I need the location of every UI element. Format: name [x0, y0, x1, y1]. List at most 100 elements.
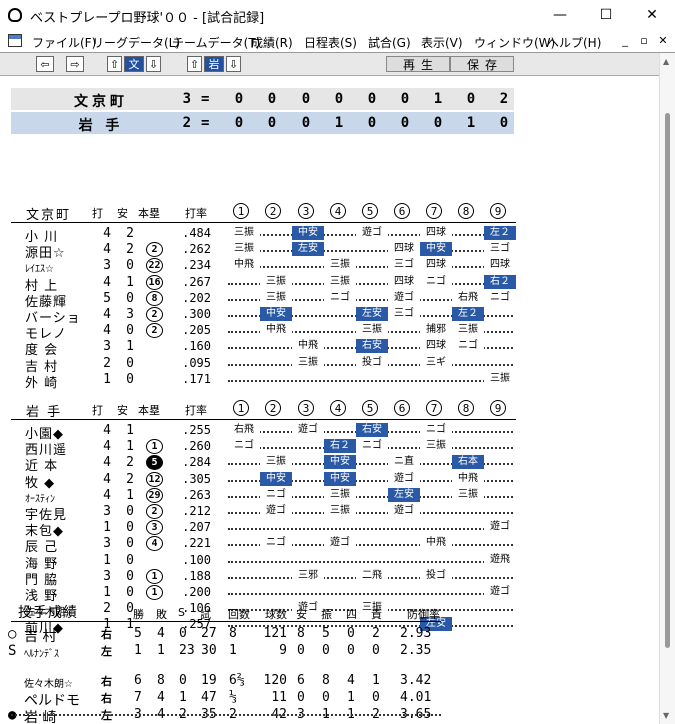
- inning-score: 1: [334, 115, 344, 131]
- scroll-thumb[interactable]: [665, 113, 670, 648]
- hits: 0: [126, 568, 134, 584]
- player-row[interactable]: 宇佐見 3 0 2.212 遊ゴ 三振 遊ゴ: [0, 504, 520, 523]
- player-row[interactable]: 牧 ◆ 4 2 12.305 中安 中安 遊ゴ 中飛: [0, 471, 520, 491]
- home-runs: 2: [146, 504, 163, 519]
- inning-score: 0: [267, 91, 277, 107]
- at-bat-result: 遊ゴ: [292, 423, 324, 437]
- mdi-close-button[interactable]: ✕: [655, 34, 671, 48]
- at-bats: 1: [103, 552, 111, 568]
- down-arrow-icon[interactable]: ⇩: [226, 56, 241, 72]
- pitcher-name: 佐々木朗☆: [24, 679, 73, 690]
- at-bat-result: 三ゴ: [388, 258, 420, 273]
- player-row[interactable]: 佐々木朗☆ 2 0.106 遊ゴ 三振: [0, 601, 520, 618]
- hits: 1: [126, 423, 134, 438]
- menu-game[interactable]: 試合(G): [368, 34, 411, 51]
- pitching-stat: 4: [347, 673, 355, 688]
- menu-stats[interactable]: 成績(R): [251, 34, 293, 51]
- header-ab: 打: [92, 404, 103, 417]
- divider: [11, 419, 516, 420]
- player-row[interactable]: モレノ 4 0 2.205 中飛 三振 捕邪 三振: [0, 323, 520, 342]
- at-bat-result: 四球: [420, 339, 452, 354]
- player-row[interactable]: 門 脇 3 0 1.188 三邪 二飛 投ゴ: [0, 568, 520, 588]
- at-bat-result: 中飛: [452, 471, 484, 486]
- player-row[interactable]: ｵｰｽﾃｨﾝ 4 1 29 .263 ニゴ 三振 左安 三振: [0, 487, 520, 505]
- at-bat-result: ニゴ: [420, 423, 452, 437]
- at-bat-result: 中安: [324, 455, 356, 470]
- pitcher-row[interactable]: 佐々木朗☆ 右 6 8 0 19 6⅔ 120 6 8 4 1 3.42: [0, 673, 520, 690]
- at-bat-result: 投ゴ: [356, 355, 388, 370]
- save-button[interactable]: 保存: [450, 56, 514, 72]
- hits: 0: [126, 536, 134, 552]
- up-arrow-icon[interactable]: ⇧: [187, 56, 202, 72]
- player-row[interactable]: 吉 村 2 0.095 三振 投ゴ 三ギ: [0, 355, 520, 375]
- player-row[interactable]: 西川遥 4 1 1.260 ニゴ 右２ ニゴ 三振: [0, 439, 520, 458]
- player-row[interactable]: 辰 己 3 0 4.221 ニゴ 遊ゴ 中飛: [0, 536, 520, 555]
- at-bat-result: 三振: [260, 274, 292, 289]
- at-bat-result: 中安: [324, 471, 356, 486]
- scroll-down-icon[interactable]: ▼: [663, 711, 669, 720]
- player-row[interactable]: 源田☆ 4 2 2.262 三振 左安 四球 中安 三ゴ: [0, 242, 520, 261]
- vertical-scrollbar[interactable]: ▲ ▼: [659, 53, 675, 724]
- menu-team-data[interactable]: チームデータ(T): [172, 34, 260, 51]
- home-runs: 3: [146, 520, 163, 536]
- player-row[interactable]: 度 会 3 1.160 中飛 右安 四球 ニゴ: [0, 339, 520, 358]
- pitching-stat: 1: [347, 690, 355, 705]
- at-bat-result: 二飛: [356, 568, 388, 583]
- team-name: 岩 手: [26, 405, 63, 420]
- inning-score: 0: [499, 115, 509, 131]
- dotted-leader: [228, 560, 513, 563]
- player-row[interactable]: 村 上 4 1 16.267 三振 三振 四球 ニゴ 右２: [0, 274, 520, 294]
- hits: 1: [126, 274, 134, 290]
- maximize-button[interactable]: ☐: [583, 0, 629, 31]
- player-row[interactable]: 浅 野 1 0 1.200 遊ゴ: [0, 585, 520, 604]
- at-bat-result: 三振: [292, 355, 324, 370]
- at-bat-result: 遊ゴ: [484, 520, 516, 535]
- pitcher-row[interactable]: ○ 吉 村右 5 4 0 27 8 121 8 5 0 2 2.93: [0, 626, 520, 645]
- up-arrow-icon[interactable]: ⇧: [107, 56, 122, 72]
- pitcher-row[interactable]: S ﾍﾙﾅﾝﾃﾞｽ左 1 1 23 30 1 9 0 0 0 0 2.35: [0, 643, 520, 660]
- hits: 0: [126, 520, 134, 536]
- player-row[interactable]: 佐藤輝 5 0 8.202 三振 ニゴ 遊ゴ 右飛 ニゴ: [0, 290, 520, 310]
- menu-help[interactable]: ヘルプ(H): [547, 34, 601, 51]
- at-bat-result: ニゴ: [356, 439, 388, 454]
- mdi-restore-button[interactable]: ▫: [636, 34, 652, 48]
- pitching-stat: 0: [297, 643, 305, 658]
- player-name: ｵｰｽﾃｨﾝ: [25, 493, 55, 505]
- menu-window[interactable]: ウィンドウ(W): [474, 34, 555, 51]
- menu-league-data[interactable]: リーグデータ(L): [92, 34, 180, 51]
- player-row[interactable]: 小園◆ 4 1.255 右飛 遊ゴ 右安 ニゴ: [0, 423, 520, 442]
- mdi-minimize-button[interactable]: _: [617, 34, 633, 48]
- home-runs: 1: [146, 439, 163, 455]
- document-system-icon[interactable]: [8, 34, 22, 47]
- player-row[interactable]: 外 崎 1 0 .171 三振: [0, 371, 520, 391]
- throwing-hand: 右: [101, 675, 112, 688]
- player-row[interactable]: 小 川 4 2.484 三振 中安 遊ゴ 四球 左２: [0, 226, 520, 245]
- scroll-up-icon[interactable]: ▲: [663, 57, 669, 66]
- player-row[interactable]: 末包◆ 1 0 3.207 遊ゴ: [0, 520, 520, 539]
- menu-schedule[interactable]: 日程表(S): [304, 34, 357, 51]
- player-row[interactable]: バーショ 4 3 2.300 中安 左安 三ゴ 左２: [0, 307, 520, 326]
- home-runs: 2: [146, 307, 163, 322]
- header-h: 安: [117, 207, 128, 220]
- minimize-button[interactable]: —: [537, 0, 583, 31]
- close-button[interactable]: ✕: [629, 0, 675, 31]
- home-runs: 8: [146, 290, 163, 306]
- player-row[interactable]: 近 本 4 2 5.284 三振 中安 ニ直 右本: [0, 455, 520, 474]
- at-bat-result: 右飛: [452, 290, 484, 305]
- pitcher-row[interactable]: ペルドモ右 7 4 1 47 ⅓ 11 0 0 1 0 4.01: [0, 690, 520, 709]
- pitching-stat: 8: [157, 673, 165, 688]
- menu-view[interactable]: 表示(V): [421, 34, 463, 51]
- at-bat-result: 右２: [324, 439, 356, 454]
- inning-number: 6: [394, 400, 410, 416]
- down-arrow-icon[interactable]: ⇩: [146, 56, 161, 72]
- player-row[interactable]: ﾚｲｴｽ☆ 3 0 22.234 中飛 三振 三ゴ 四球 四球: [0, 258, 520, 275]
- back-arrow-icon[interactable]: ⇦: [36, 56, 54, 72]
- forward-arrow-icon[interactable]: ⇨: [66, 56, 84, 72]
- player-row[interactable]: 海 野 1 0.100 遊飛: [0, 552, 520, 572]
- play-button[interactable]: 再生: [386, 56, 450, 72]
- team-bunkyo-button[interactable]: 文: [124, 56, 144, 72]
- pitching-stat: 0: [179, 626, 187, 641]
- team-iwate-button[interactable]: 岩: [204, 56, 224, 72]
- menu-file[interactable]: ファイル(F): [32, 34, 96, 51]
- at-bats: 4: [103, 439, 111, 455]
